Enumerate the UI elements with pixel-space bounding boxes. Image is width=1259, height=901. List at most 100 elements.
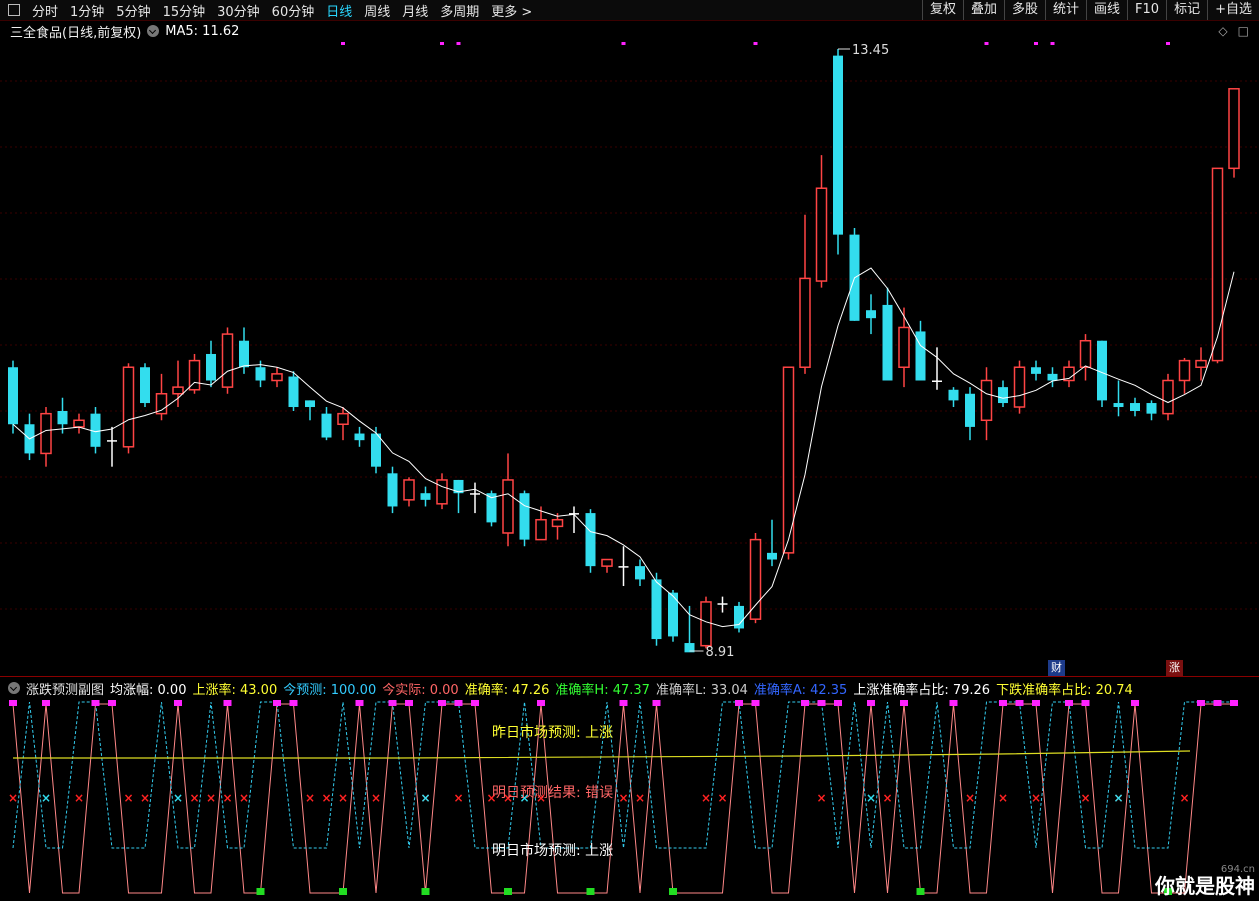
indicator-value-0: 均涨幅: 0.00 [110, 682, 187, 698]
top-marker [91, 700, 100, 706]
tab-10[interactable]: 更多 > [485, 1, 538, 20]
toolbar-button-6[interactable]: 标记 [1166, 0, 1207, 20]
top-marker [817, 700, 826, 706]
candle-body [965, 393, 975, 427]
error-mark: × [305, 791, 315, 805]
low-label: 8.91 [706, 645, 735, 660]
top-marker [900, 700, 908, 706]
error-mark: × [998, 791, 1008, 805]
candle-body [700, 601, 712, 647]
error-mark: × [1180, 791, 1190, 805]
candle-body [305, 400, 315, 408]
window-icon[interactable] [8, 4, 20, 16]
indicator-value-1: 上涨率: 43.00 [192, 682, 278, 698]
candle-body [1162, 379, 1174, 415]
top-marker [1081, 700, 1090, 706]
top-marker [867, 700, 875, 706]
square-icon[interactable]: □ [1238, 24, 1249, 38]
candle-body [288, 376, 299, 408]
error-mark: × [619, 791, 629, 805]
chevron-down-icon[interactable] [8, 682, 20, 694]
finance-badge[interactable]: 财 [1048, 660, 1065, 676]
candle-body [749, 538, 762, 620]
candle-body [387, 473, 398, 507]
tab-5[interactable]: 60分钟 [266, 1, 321, 20]
candle-body [1178, 359, 1191, 382]
period-tabs: 分时 1分钟 5分钟 15分钟 30分钟 60分钟 日线 周线 月线 多周期 更多 > [26, 1, 538, 20]
candle-body [585, 513, 596, 567]
correct-mark: × [173, 791, 183, 805]
candle-body [1146, 403, 1157, 414]
indicator-line-cyan [12, 701, 1234, 849]
top-marker [108, 700, 116, 706]
error-mark: × [124, 791, 134, 805]
bottom-marker [504, 888, 512, 895]
tab-9[interactable]: 多周期 [434, 1, 485, 20]
ma5-label: MA5: 11.62 [165, 23, 240, 39]
toolbar-button-2[interactable]: 多股 [1004, 0, 1045, 20]
indicator-chart[interactable]: × × × × × × × × × × × × × × × × × × × × × × × × × × × × ×× × × × × × [0, 698, 1259, 901]
toolbar-button-1[interactable]: 叠加 [962, 0, 1004, 20]
tab-6[interactable]: 日线 [320, 1, 358, 20]
top-marker [405, 700, 413, 706]
top-marker [1213, 700, 1222, 706]
candle-body [717, 603, 728, 605]
candle-body [767, 552, 777, 560]
top-marker [1015, 700, 1024, 706]
candle-body [436, 479, 448, 505]
candle-body [635, 566, 645, 580]
candle-body [998, 387, 1008, 404]
candle-body [122, 366, 135, 448]
candle-body [57, 410, 68, 425]
top-marker [619, 700, 628, 706]
candle-body [255, 367, 266, 381]
stock-title: 三全食品(日线,前复权) [10, 25, 142, 41]
candle-body [519, 493, 530, 540]
correct-mark: × [41, 791, 51, 805]
candle-body [337, 412, 349, 426]
tab-2[interactable]: 5分钟 [110, 1, 156, 20]
tab-4[interactable]: 30分钟 [211, 1, 266, 20]
limit-up-badge[interactable]: 涨 [1166, 660, 1183, 676]
candle-body [601, 558, 613, 567]
watermark-logo: 你就是股神 [1155, 876, 1255, 898]
top-marker [1230, 700, 1238, 706]
toolbar-button-3[interactable]: 统计 [1045, 0, 1086, 20]
top-marker [289, 700, 298, 706]
candlestick-chart[interactable]: 13.45 8.91 [0, 41, 1259, 676]
candle-body [866, 310, 876, 319]
candle-body [948, 389, 959, 401]
sub-info-bar: 涨跌预测副图 均涨幅: 0.00 上涨率: 43.00 今预测: 100.00 今实际… [0, 678, 1145, 698]
candle-body [8, 367, 18, 425]
candle-body [73, 419, 85, 428]
candle-body [551, 518, 564, 528]
candle-body [221, 333, 234, 388]
signal-dot [1050, 42, 1055, 45]
top-marker [223, 700, 232, 706]
tab-3[interactable]: 15分钟 [157, 1, 212, 20]
tab-8[interactable]: 月线 [396, 1, 434, 20]
chevron-down-icon[interactable] [147, 25, 160, 37]
error-mark: × [322, 791, 332, 805]
candle-body [1195, 359, 1207, 368]
error-mark: × [701, 791, 711, 805]
toolbar-button-0[interactable]: 复权 [921, 0, 963, 20]
top-marker [355, 700, 364, 706]
candle-body [535, 518, 547, 541]
tab-7[interactable]: 周线 [358, 1, 396, 20]
error-mark: × [635, 791, 645, 805]
tab-0[interactable]: 分时 [26, 1, 64, 20]
tab-1[interactable]: 1分钟 [64, 1, 110, 20]
signal-dot [1034, 42, 1038, 45]
top-marker [174, 700, 182, 706]
top-marker [801, 700, 809, 706]
diamond-icon[interactable]: ◇ [1218, 24, 1227, 38]
toolbar-button-5[interactable]: F10 [1127, 0, 1166, 20]
toolbar-button-4[interactable]: 画线 [1086, 0, 1127, 20]
indicator-value-5: 准确率H: 47.37 [555, 682, 650, 698]
indicator-value-6: 准确率L: 33.04 [655, 682, 748, 698]
toolbar-button-7[interactable]: +自选 [1207, 0, 1259, 20]
candle-body [1211, 167, 1224, 362]
top-marker [1065, 700, 1073, 706]
candle-body [354, 433, 365, 441]
